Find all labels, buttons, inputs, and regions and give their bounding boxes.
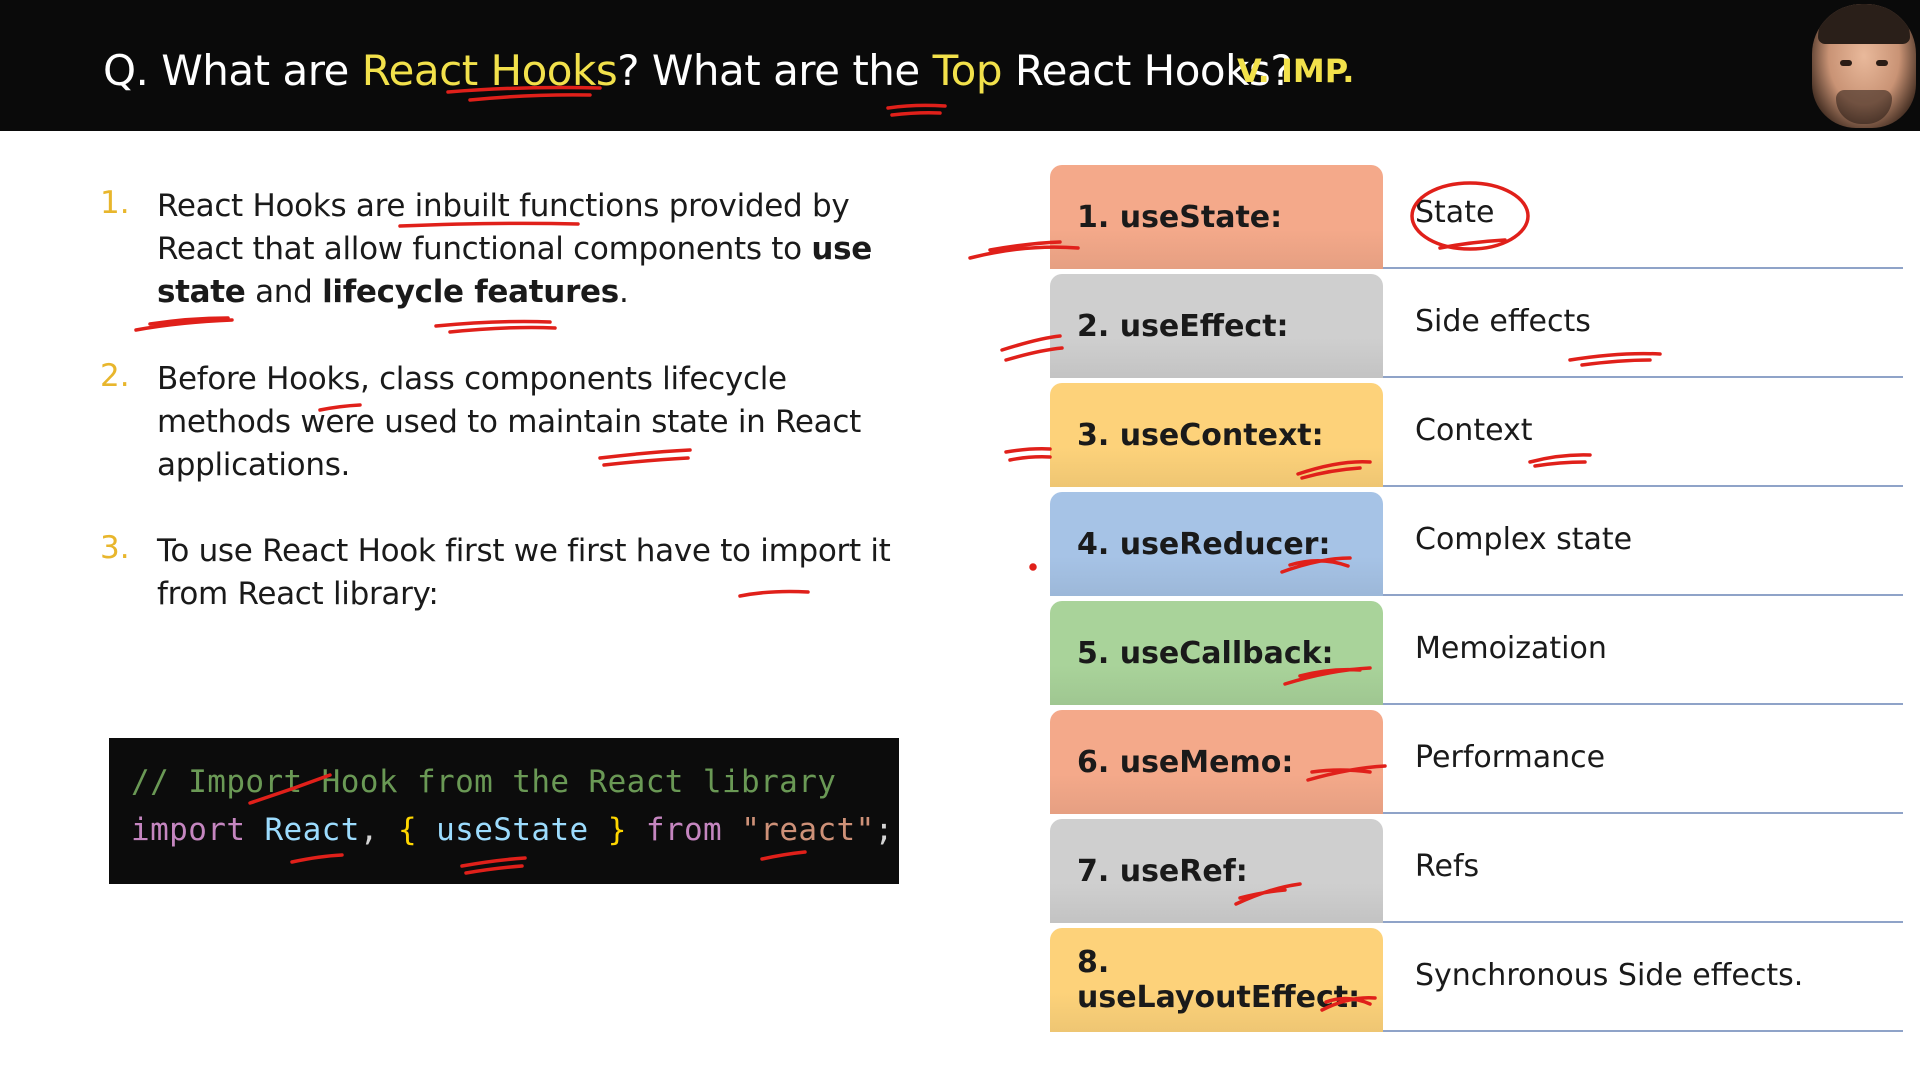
hook-row: 8. useLayoutEffect: Synchronous Side effe… bbox=[1050, 928, 1906, 1034]
underline-state bbox=[134, 316, 234, 332]
row-divider bbox=[1383, 1030, 1903, 1032]
hook-description: Refs bbox=[1415, 849, 1480, 884]
hook-description: State bbox=[1415, 195, 1495, 230]
code-import-line: import React, { useState } from "react"; bbox=[131, 812, 894, 848]
hook-description: Complex state bbox=[1415, 522, 1633, 557]
hook-name: 6. useMemo: bbox=[1050, 710, 1383, 814]
presenter-avatar bbox=[1812, 4, 1916, 128]
title-middle: ? What are the bbox=[617, 46, 933, 95]
hook-name: 5. useCallback: bbox=[1050, 601, 1383, 705]
row-divider bbox=[1383, 376, 1903, 378]
point-text: Before Hooks, class components lifecycle… bbox=[157, 361, 861, 483]
hook-name: 8. useLayoutEffect: bbox=[1050, 928, 1383, 1032]
avatar-beard bbox=[1836, 90, 1892, 124]
hook-description: Context bbox=[1415, 413, 1533, 448]
importance-badge: V. IMP. bbox=[1237, 52, 1355, 90]
slide-title: Q. What are React Hooks? What are the To… bbox=[103, 46, 1293, 95]
hook-name: 1. useState: bbox=[1050, 165, 1383, 269]
row-divider bbox=[1383, 703, 1903, 705]
hook-row: 2. useEffect: Side effects bbox=[1050, 274, 1906, 380]
code-block: // Import Hook from the React library im… bbox=[109, 738, 899, 884]
avatar-hair bbox=[1818, 4, 1910, 44]
hook-row: 1. useState: State bbox=[1050, 165, 1906, 271]
row-divider bbox=[1383, 921, 1903, 923]
code-comment-line: // Import Hook from the React library bbox=[131, 764, 837, 800]
hook-description: Memoization bbox=[1415, 631, 1607, 666]
hook-description: Performance bbox=[1415, 740, 1606, 775]
hook-name: 2. useEffect: bbox=[1050, 274, 1383, 378]
slide-header: Q. What are React Hooks? What are the To… bbox=[0, 0, 1920, 131]
ink-dot bbox=[1029, 563, 1037, 571]
hook-row: 4. useReducer: Complex state bbox=[1050, 492, 1906, 598]
avatar-eye-right bbox=[1876, 60, 1888, 66]
hook-row: 3. useContext: Context bbox=[1050, 383, 1906, 489]
point-number: 2. bbox=[100, 358, 130, 394]
underline-features bbox=[434, 319, 557, 334]
hook-row: 6. useMemo: Performance bbox=[1050, 710, 1906, 816]
hook-description: Side effects bbox=[1415, 304, 1591, 339]
point-number: 1. bbox=[100, 185, 130, 221]
bold-lifecycle-features: lifecycle features bbox=[322, 274, 619, 310]
hook-name: 3. useContext: bbox=[1050, 383, 1383, 487]
title-prefix: Q. What are bbox=[103, 46, 362, 95]
hook-description: Synchronous Side effects. bbox=[1415, 958, 1804, 993]
title-top: Top bbox=[932, 46, 1003, 95]
hook-row: 5. useCallback: Memoization bbox=[1050, 601, 1906, 707]
row-divider bbox=[1383, 812, 1903, 814]
row-divider bbox=[1383, 594, 1903, 596]
tick-row-3 bbox=[1004, 447, 1052, 462]
point-text: To use React Hook first we first have to… bbox=[157, 533, 891, 612]
row-divider bbox=[1383, 267, 1903, 269]
hook-name: 7. useRef: bbox=[1050, 819, 1383, 923]
hook-row: 7. useRef: Refs bbox=[1050, 819, 1906, 925]
hook-name: 4. useReducer: bbox=[1050, 492, 1383, 596]
point-number: 3. bbox=[100, 530, 130, 566]
avatar-eye-left bbox=[1840, 60, 1852, 66]
point-text: React Hooks are inbuilt functions provid… bbox=[157, 188, 872, 310]
row-divider bbox=[1383, 485, 1903, 487]
title-react-hooks: React Hooks bbox=[361, 46, 618, 95]
